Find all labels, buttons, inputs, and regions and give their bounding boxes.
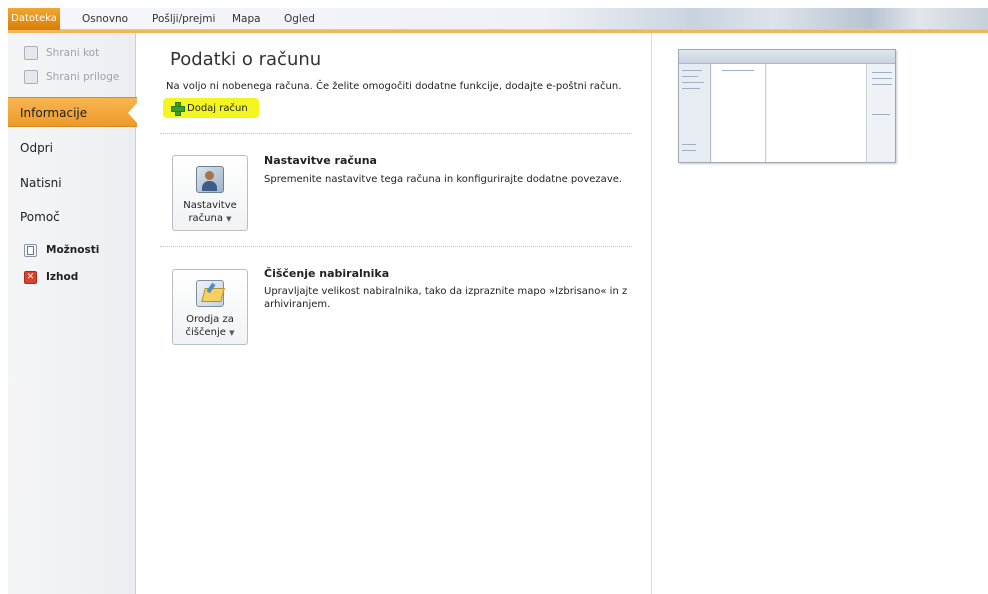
cleanup-tools-button[interactable]: Orodja za čiščenje ▼ — [172, 269, 248, 345]
sidebar-item-moznosti[interactable]: Možnosti — [24, 241, 99, 259]
account-info-panel: Podatki o računu Na voljo ni nobenega ra… — [137, 33, 652, 594]
account-settings-button-label: Nastavitve računa ▼ — [183, 200, 237, 224]
save-attachments-label: Shrani priloge — [46, 71, 120, 83]
save-as-label: Shrani kot — [46, 47, 100, 59]
save-as-item[interactable]: Shrani kot — [24, 43, 99, 63]
dropdown-arrow-icon: ▼ — [229, 329, 235, 337]
mailbox-cleanup-description: Upravljajte velikost nabiralnika, tako d… — [264, 286, 628, 310]
preview-line — [682, 144, 696, 145]
section-divider — [160, 133, 632, 134]
preview-line — [682, 150, 696, 151]
preview-line — [682, 82, 704, 83]
account-settings-description: Spremenite nastavitve tega računa in kon… — [264, 174, 623, 185]
sidebar-item-informacije[interactable]: Informacije — [8, 97, 138, 127]
cleanup-tools-button-label: Orodja za čiščenje ▼ — [185, 314, 235, 338]
sidebar-item-izhod[interactable]: ✕ Izhod — [24, 268, 78, 286]
exit-icon: ✕ — [24, 270, 37, 284]
no-account-message: Na voljo ni nobenega računa. Če želite o… — [166, 81, 622, 92]
ribbon-tab-bar: Datoteka Osnovno Pošlji/prejmi Mapa Ogle… — [8, 8, 988, 30]
save-as-icon — [24, 46, 38, 60]
preview-reading-pane — [767, 64, 867, 162]
add-account-button[interactable]: Dodaj račun — [163, 98, 259, 118]
account-settings-icon — [196, 166, 224, 193]
preview-line — [872, 84, 892, 85]
add-account-label: Dodaj račun — [187, 102, 248, 114]
tab-osnovno[interactable]: Osnovno — [76, 8, 134, 30]
preview-todo-bar — [868, 64, 895, 162]
plus-icon — [171, 102, 185, 116]
preview-line — [722, 70, 754, 71]
account-settings-heading: Nastavitve računa — [264, 154, 377, 167]
tab-mapa[interactable]: Mapa — [226, 8, 267, 30]
preview-line — [682, 88, 700, 89]
sidebar-item-pomoc[interactable]: Pomoč — [8, 202, 136, 232]
preview-message-list — [712, 64, 766, 162]
mailbox-cleanup-heading: Čiščenje nabiralnika — [264, 267, 390, 280]
dropdown-arrow-icon: ▼ — [226, 215, 232, 223]
cleanup-tools-icon — [196, 280, 224, 307]
tab-datoteka[interactable]: Datoteka — [8, 8, 60, 30]
sidebar-item-natisni[interactable]: Natisni — [8, 168, 136, 198]
account-settings-button[interactable]: Nastavitve računa ▼ — [172, 155, 248, 231]
tab-ogled[interactable]: Ogled — [278, 8, 321, 30]
options-icon — [24, 243, 37, 257]
preview-line — [682, 70, 702, 71]
preview-line — [872, 114, 890, 115]
preview-ribbon — [679, 50, 895, 64]
backstage-sidebar: Shrani kot Shrani priloge Informacije Od… — [8, 33, 138, 594]
moznosti-label: Možnosti — [46, 244, 100, 256]
section-divider — [160, 246, 632, 247]
tab-poslji-prejmi[interactable]: Pošlji/prejmi — [146, 8, 221, 30]
save-attachments-icon — [24, 70, 38, 84]
sidebar-item-odpri[interactable]: Odpri — [8, 133, 136, 163]
outlook-preview-thumbnail — [678, 49, 896, 163]
page-title: Podatki o računu — [170, 49, 322, 70]
izhod-label: Izhod — [46, 271, 79, 283]
preview-line — [682, 76, 698, 77]
preview-line — [872, 72, 892, 73]
preview-line — [872, 78, 892, 79]
save-attachments-item[interactable]: Shrani priloge — [24, 67, 119, 87]
preview-folder-pane — [679, 64, 711, 162]
